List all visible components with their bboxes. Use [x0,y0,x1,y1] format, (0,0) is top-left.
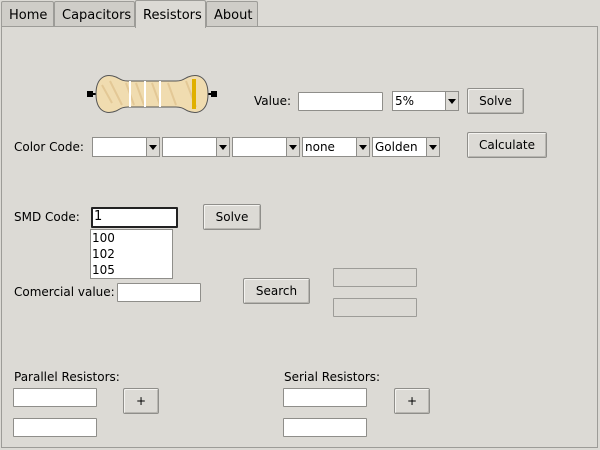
value-label: Value: [254,94,291,108]
parallel-input-1[interactable] [13,388,97,407]
tab-home[interactable]: Home [1,1,54,26]
tab-about[interactable]: About [206,1,258,26]
band2-select[interactable] [162,137,230,157]
value-input[interactable] [298,92,383,111]
resistor-image [87,75,217,113]
serial-add-button[interactable]: + [394,388,430,414]
parallel-input-2[interactable] [13,418,97,437]
parallel-resistors-label: Parallel Resistors: [14,370,120,384]
chevron-down-icon[interactable] [146,138,159,156]
serial-resistors-label: Serial Resistors: [284,370,381,384]
commercial-value-input[interactable] [117,283,201,302]
list-item[interactable]: 100 [91,230,172,246]
tolerance-value: 5% [395,94,415,108]
search-button[interactable]: Search [243,278,310,304]
band1-select[interactable] [92,137,160,157]
band5-select[interactable]: Golden [372,137,440,157]
band4-select[interactable]: none [302,137,370,157]
band4-value: none [305,140,335,154]
serial-input-2[interactable] [283,418,367,437]
band3-select[interactable] [232,137,300,157]
list-item[interactable]: 102 [91,246,172,262]
band5-value: Golden [375,140,418,154]
smd-solve-button[interactable]: Solve [203,204,261,230]
list-item[interactable]: 105 [91,262,172,278]
parallel-add-button[interactable]: + [123,388,159,414]
chevron-down-icon[interactable] [445,92,458,110]
tolerance-select[interactable]: 5% [392,91,459,111]
smd-suggestion-list[interactable]: 100 102 105 [90,229,173,279]
tab-capacitors[interactable]: Capacitors [54,1,135,26]
commercial-result-upper [333,298,417,317]
chevron-down-icon[interactable] [216,138,229,156]
tab-resistors[interactable]: Resistors [135,0,206,28]
chevron-down-icon[interactable] [426,138,439,156]
smd-code-input[interactable]: 1 [91,207,178,228]
commercial-value-label: Comercial value: [14,285,115,299]
commercial-result-lower [333,268,417,287]
serial-input-1[interactable] [283,388,367,407]
value-solve-button[interactable]: Solve [467,88,524,114]
calculate-button[interactable]: Calculate [467,132,547,158]
color-code-label: Color Code: [14,140,84,154]
smd-code-label: SMD Code: [14,210,80,224]
chevron-down-icon[interactable] [286,138,299,156]
chevron-down-icon[interactable] [356,138,369,156]
